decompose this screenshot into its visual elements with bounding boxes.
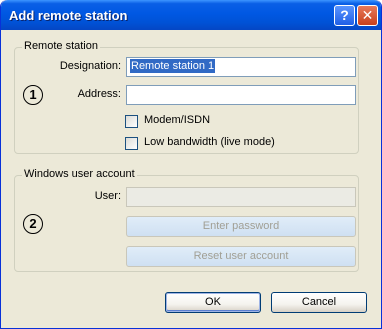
user-field[interactable] xyxy=(126,187,356,207)
low-bandwidth-checkbox[interactable] xyxy=(125,137,138,150)
modem-isdn-label: Modem/ISDN xyxy=(144,114,211,126)
cancel-button[interactable]: Cancel xyxy=(271,292,367,313)
modem-isdn-checkbox[interactable] xyxy=(125,115,138,128)
close-button[interactable]: ✕ xyxy=(357,5,378,26)
window-title: Add remote station xyxy=(9,8,128,23)
title-bar[interactable]: Add remote station ? ✕ xyxy=(1,0,381,30)
enter-password-button[interactable]: Enter password xyxy=(126,216,356,237)
windows-user-account-group: Windows user account User: 2 Enter passw… xyxy=(14,168,359,272)
help-icon: ? xyxy=(340,7,349,23)
ok-button[interactable]: OK xyxy=(165,292,261,313)
remote-station-legend: Remote station xyxy=(22,40,100,52)
step-2-marker: 2 xyxy=(23,214,43,234)
close-icon: ✕ xyxy=(361,7,374,23)
user-label: User: xyxy=(94,190,121,202)
designation-value: Remote station 1 xyxy=(130,59,216,73)
reset-user-account-button[interactable]: Reset user account xyxy=(126,246,356,267)
dialog-body: Remote station Designation: Remote stati… xyxy=(4,30,378,325)
low-bandwidth-label: Low bandwidth (live mode) xyxy=(144,136,275,148)
address-label: Address: xyxy=(77,88,121,100)
designation-field[interactable]: Remote station 1 xyxy=(126,57,356,77)
windows-user-account-legend: Windows user account xyxy=(22,168,137,180)
remote-station-group: Remote station Designation: Remote stati… xyxy=(14,40,359,154)
help-button[interactable]: ? xyxy=(334,5,355,26)
address-field[interactable] xyxy=(126,85,356,105)
designation-label: Designation: xyxy=(59,60,121,72)
add-remote-station-dialog: Add remote station ? ✕ Remote station De… xyxy=(0,0,382,329)
